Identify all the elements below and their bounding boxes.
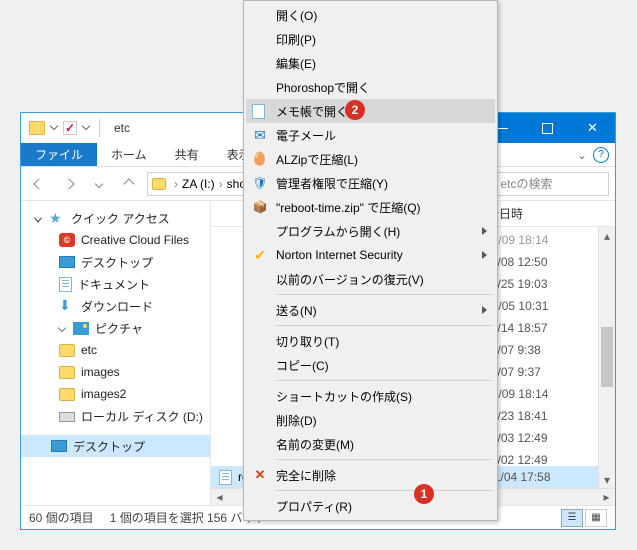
menu-send-to[interactable]: 送る(N) <box>246 298 495 322</box>
menu-shortcut[interactable]: ショートカットの作成(S) <box>246 384 495 408</box>
sidebar-item[interactable]: ローカル ディスク (D:) <box>21 405 210 427</box>
status-count: 60 個の項目 <box>29 509 94 526</box>
menu-rename[interactable]: 名前の変更(M) <box>246 432 495 456</box>
annotation-badge-1: 1 <box>414 484 434 504</box>
alzip-icon <box>252 151 268 167</box>
window-title: etc <box>110 121 130 135</box>
maximize-button[interactable] <box>525 113 570 143</box>
sidebar-item[interactable]: etc <box>21 339 210 361</box>
context-menu: 開く(O) 印刷(P) 編集(E) Phoroshopで開く メモ帳で開く 電子… <box>243 0 498 521</box>
check-icon[interactable]: ✓ <box>63 121 77 135</box>
mail-icon <box>252 127 268 143</box>
scrollbar-thumb[interactable] <box>601 327 613 387</box>
nav-back[interactable] <box>27 172 51 196</box>
norton-icon <box>252 247 268 263</box>
nav-sidebar: ★クイック アクセス ©Creative Cloud Files デスクトップ … <box>21 201 211 505</box>
menu-full-delete[interactable]: 完全に削除 <box>246 463 495 487</box>
menu-zip-to[interactable]: "reboot-time.zip" で圧縮(Q) <box>246 195 495 219</box>
sidebar-item[interactable]: images <box>21 361 210 383</box>
tab-file[interactable]: ファイル <box>21 143 97 166</box>
nav-up[interactable] <box>117 172 141 196</box>
sidebar-item[interactable]: デスクトップ <box>21 251 210 273</box>
tab-home[interactable]: ホーム <box>97 143 161 166</box>
sidebar-item-desktop[interactable]: デスクトップ <box>21 435 210 457</box>
menu-separator <box>276 380 493 381</box>
sidebar-item[interactable]: ⬇ダウンロード <box>21 295 210 317</box>
folder-icon <box>29 121 45 135</box>
sidebar-item[interactable]: ピクチャ <box>21 317 210 339</box>
txt-file-icon <box>219 470 232 485</box>
search-input[interactable]: etcの検索 <box>479 172 609 196</box>
help-button[interactable] <box>593 146 609 163</box>
menu-copy[interactable]: コピー(C) <box>246 353 495 377</box>
menu-photoshop[interactable]: Phoroshopで開く <box>246 75 495 99</box>
folder-icon <box>152 178 166 190</box>
submenu-arrow-icon <box>482 306 487 314</box>
menu-separator <box>276 459 493 460</box>
chevron-down-icon[interactable] <box>82 122 90 130</box>
notepad-icon <box>252 104 265 119</box>
menu-alzip[interactable]: ALZipで圧縮(L) <box>246 147 495 171</box>
menu-mail[interactable]: 電子メール <box>246 123 495 147</box>
menu-separator <box>276 490 493 491</box>
menu-edit[interactable]: 編集(E) <box>246 51 495 75</box>
submenu-arrow-icon <box>482 251 487 259</box>
chevron-down-icon[interactable] <box>50 122 58 130</box>
menu-open-with[interactable]: プログラムから開く(H) <box>246 219 495 243</box>
shield-icon <box>252 175 268 191</box>
sidebar-quick-access[interactable]: ★クイック アクセス <box>21 207 210 229</box>
menu-cut[interactable]: 切り取り(T) <box>246 329 495 353</box>
menu-separator <box>276 294 493 295</box>
annotation-badge-2: 2 <box>345 100 365 120</box>
view-details-button[interactable]: ☰ <box>561 509 583 527</box>
menu-properties[interactable]: プロパティ(R) <box>246 494 495 518</box>
close-button[interactable] <box>570 113 615 143</box>
view-icons-button[interactable]: ▦ <box>585 509 607 527</box>
delete-x-icon <box>252 467 268 483</box>
ribbon-collapse[interactable] <box>577 148 587 162</box>
menu-print[interactable]: 印刷(P) <box>246 27 495 51</box>
zip-icon <box>252 199 268 215</box>
menu-prev-versions[interactable]: 以前のバージョンの復元(V) <box>246 267 495 291</box>
vertical-scrollbar[interactable]: ▴ ▾ <box>598 227 615 488</box>
menu-norton[interactable]: Norton Internet Security <box>246 243 495 267</box>
nav-forward[interactable] <box>57 172 81 196</box>
breadcrumb[interactable]: ZA (I:) <box>182 177 215 191</box>
menu-notepad[interactable]: メモ帳で開く <box>246 99 495 123</box>
submenu-arrow-icon <box>482 227 487 235</box>
menu-admin-zip[interactable]: 管理者権限で圧縮(Y) <box>246 171 495 195</box>
nav-history[interactable] <box>87 172 111 196</box>
menu-open[interactable]: 開く(O) <box>246 3 495 27</box>
tab-share[interactable]: 共有 <box>161 143 213 166</box>
sidebar-item[interactable]: ドキュメント <box>21 273 210 295</box>
menu-separator <box>276 325 493 326</box>
menu-delete[interactable]: 削除(D) <box>246 408 495 432</box>
sidebar-item[interactable]: ©Creative Cloud Files <box>21 229 210 251</box>
sidebar-item[interactable]: images2 <box>21 383 210 405</box>
